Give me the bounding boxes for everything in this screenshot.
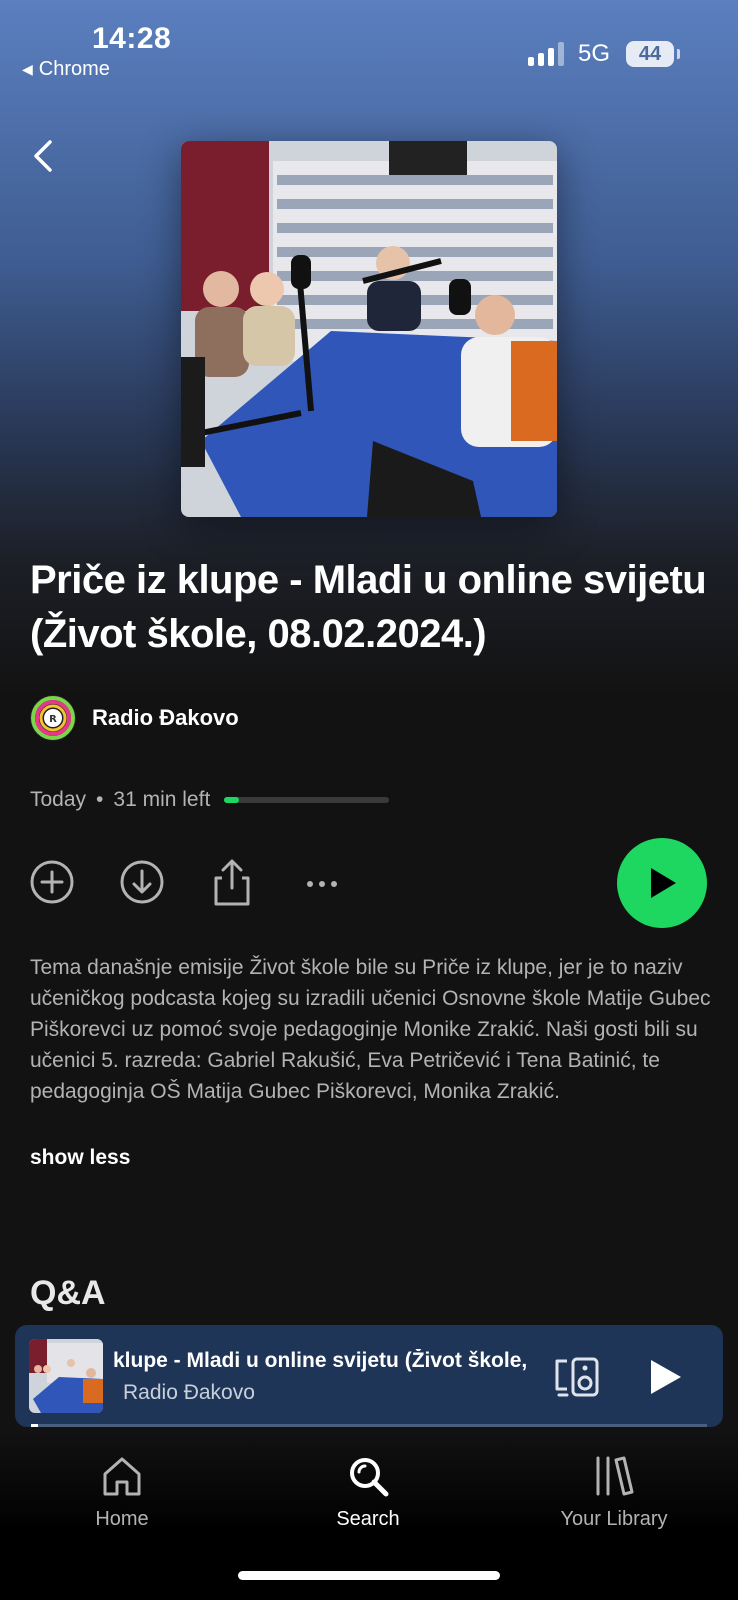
status-time: 14:28 bbox=[92, 22, 172, 55]
battery-level: 44 bbox=[638, 42, 662, 65]
connect-device-icon[interactable] bbox=[553, 1355, 601, 1399]
meta-separator: • bbox=[96, 788, 104, 811]
time-left: 31 min left bbox=[113, 788, 211, 811]
share-icon[interactable] bbox=[206, 856, 258, 908]
svg-text:R: R bbox=[49, 714, 57, 725]
episode-actions bbox=[0, 838, 738, 938]
radio-djakovo-logo-icon: R bbox=[30, 695, 76, 741]
mini-player-cover bbox=[29, 1339, 103, 1413]
episode-date: Today bbox=[30, 788, 87, 811]
add-circle-icon[interactable] bbox=[26, 856, 78, 908]
back-app-label: Chrome bbox=[38, 58, 110, 80]
episode-cover-art bbox=[181, 141, 557, 517]
mini-player[interactable]: klupe - Mladi u online svijetu (Život šk… bbox=[15, 1325, 723, 1427]
mini-player-artist: Radio Đakovo bbox=[123, 1381, 255, 1404]
episode-description: Tema današnje emisije Život škole bile s… bbox=[30, 956, 711, 1103]
more-options-icon[interactable] bbox=[296, 856, 348, 908]
tab-home[interactable]: Home bbox=[22, 1454, 222, 1531]
library-icon bbox=[596, 1456, 634, 1496]
status-bar: 14:28 ◀ Chrome 5G 44 bbox=[0, 0, 738, 100]
podcast-creator[interactable]: R Radio Đakovo bbox=[30, 695, 239, 741]
back-triangle-icon: ◀ bbox=[22, 61, 33, 77]
mini-player-progress-fill bbox=[31, 1424, 38, 1427]
home-icon bbox=[103, 1457, 141, 1496]
battery-icon: 44 bbox=[626, 41, 680, 67]
tab-search[interactable]: Search bbox=[268, 1454, 468, 1531]
play-button[interactable] bbox=[617, 838, 707, 928]
tab-home-label: Home bbox=[95, 1508, 149, 1530]
creator-name: Radio Đakovo bbox=[92, 705, 239, 730]
episode-progress-bar bbox=[224, 797, 390, 803]
chevron-left-icon bbox=[34, 140, 52, 172]
mini-player-title: klupe - Mladi u online svijetu (Život šk… bbox=[113, 1349, 528, 1372]
tab-your-library[interactable]: Your Library bbox=[514, 1454, 714, 1531]
episode-progress-fill bbox=[224, 797, 240, 803]
download-icon[interactable] bbox=[116, 856, 168, 908]
show-less-link[interactable]: show less bbox=[30, 1146, 130, 1170]
episode-title: Priče iz klupe - Mladi u online svijetu … bbox=[30, 558, 707, 656]
episode-meta: Today • 31 min left bbox=[30, 788, 390, 812]
mini-player-progress-bar bbox=[31, 1424, 707, 1427]
back-button[interactable] bbox=[28, 134, 64, 178]
qa-section-heading: Q&A bbox=[30, 1274, 106, 1312]
home-indicator bbox=[238, 1571, 500, 1580]
search-icon bbox=[350, 1458, 389, 1497]
mini-play-icon[interactable] bbox=[645, 1355, 685, 1399]
signal-icon bbox=[528, 40, 564, 66]
play-icon bbox=[651, 868, 676, 898]
network-type: 5G bbox=[578, 40, 611, 67]
tab-search-label: Search bbox=[336, 1508, 400, 1530]
tab-your-library-label: Your Library bbox=[560, 1508, 668, 1530]
back-to-app-link[interactable]: ◀ Chrome bbox=[22, 58, 110, 81]
